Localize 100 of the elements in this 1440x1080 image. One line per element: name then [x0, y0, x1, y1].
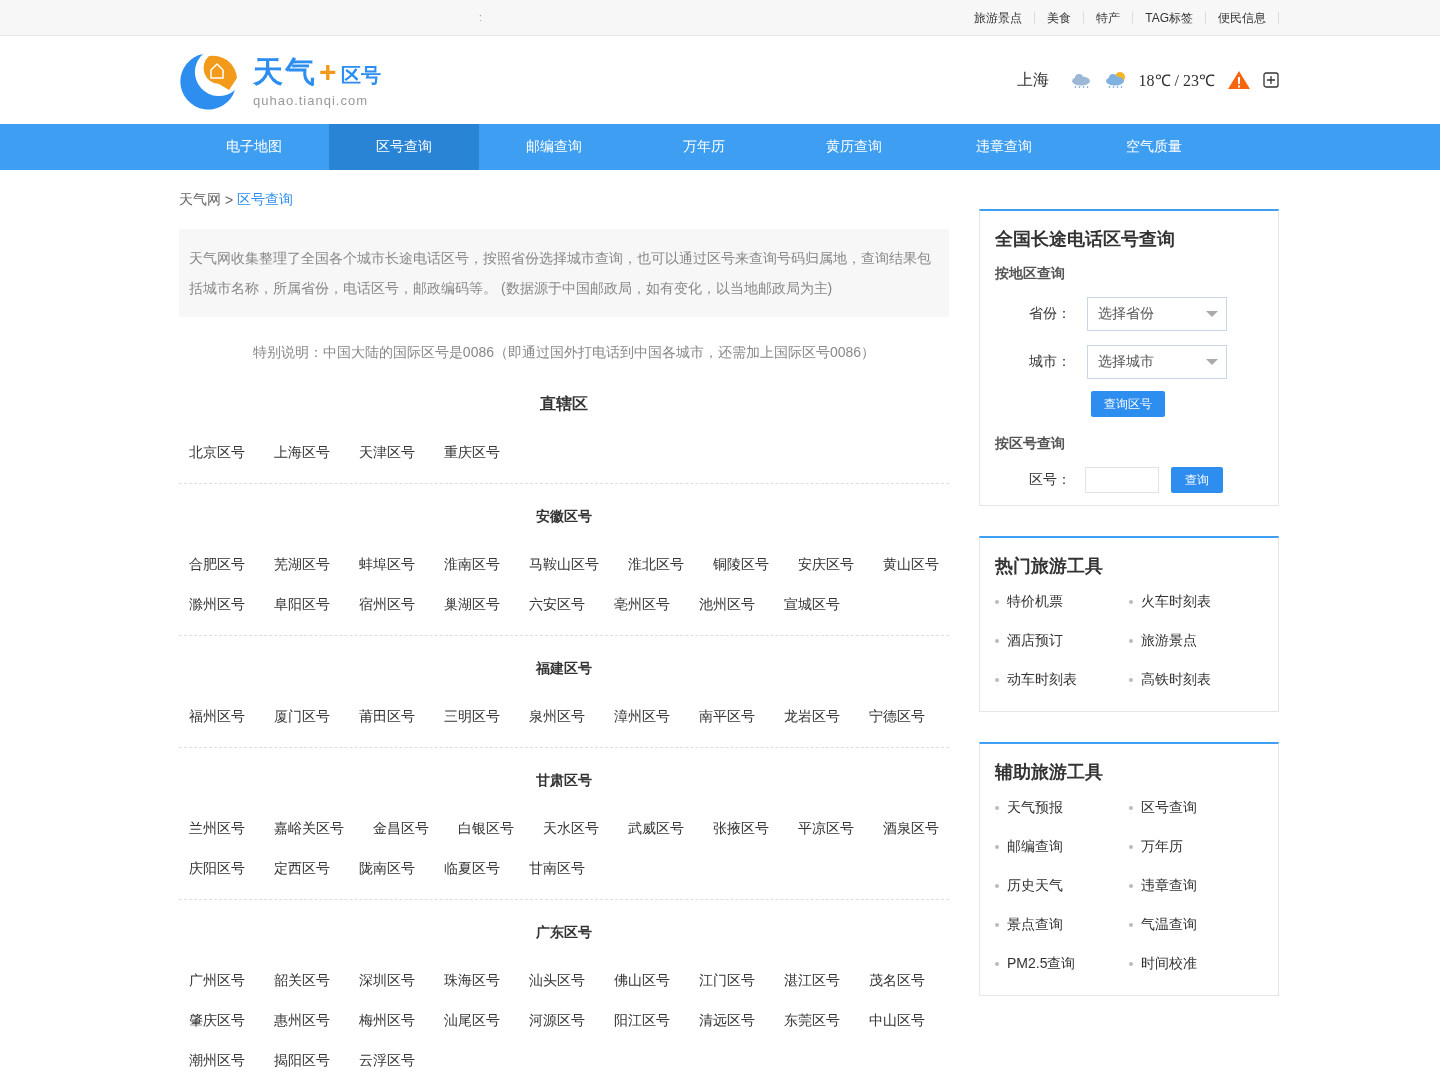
city-link[interactable]: 揭阳区号: [274, 1040, 330, 1080]
city-link[interactable]: 滁州区号: [189, 584, 245, 624]
tool-link[interactable]: 火车时刻表: [1129, 582, 1263, 621]
city-link[interactable]: 南平区号: [699, 696, 755, 736]
city-link[interactable]: 合肥区号: [189, 544, 245, 584]
city-link[interactable]: 重庆区号: [444, 432, 500, 472]
city-link[interactable]: 陇南区号: [359, 848, 415, 888]
top-link[interactable]: 旅游景点: [962, 11, 1036, 24]
city-link[interactable]: 潮州区号: [189, 1040, 245, 1080]
breadcrumb-current[interactable]: 区号查询: [237, 191, 294, 209]
city-link[interactable]: 芜湖区号: [274, 544, 330, 584]
tool-link[interactable]: 区号查询: [1129, 788, 1263, 827]
tool-link[interactable]: 动车时刻表: [995, 660, 1129, 699]
city-link[interactable]: 马鞍山区号: [529, 544, 599, 584]
city-link[interactable]: 亳州区号: [614, 584, 670, 624]
city-link[interactable]: 阜阳区号: [274, 584, 330, 624]
province-select[interactable]: 选择省份: [1087, 297, 1227, 331]
city-link[interactable]: 汕尾区号: [444, 1000, 500, 1040]
city-link[interactable]: 白银区号: [458, 808, 514, 848]
city-link[interactable]: 六安区号: [529, 584, 585, 624]
city-link[interactable]: 阳江区号: [614, 1000, 670, 1040]
tool-link[interactable]: 天气预报: [995, 788, 1129, 827]
city-link[interactable]: 平凉区号: [798, 808, 854, 848]
top-link[interactable]: TAG标签: [1133, 11, 1206, 24]
city-link[interactable]: 广州区号: [189, 960, 245, 1000]
tool-link[interactable]: 邮编查询: [995, 827, 1129, 866]
city-link[interactable]: 深圳区号: [359, 960, 415, 1000]
city-link[interactable]: 铜陵区号: [713, 544, 769, 584]
tool-link[interactable]: 万年历: [1129, 827, 1263, 866]
city-link[interactable]: 汕头区号: [529, 960, 585, 1000]
city-link[interactable]: 金昌区号: [373, 808, 429, 848]
tool-link[interactable]: 景点查询: [995, 905, 1129, 944]
city-link[interactable]: 福州区号: [189, 696, 245, 736]
top-link[interactable]: 美食: [1035, 11, 1085, 24]
tool-link[interactable]: 历史天气: [995, 866, 1129, 905]
city-link[interactable]: 湛江区号: [784, 960, 840, 1000]
city-link[interactable]: 酒泉区号: [883, 808, 939, 848]
city-link[interactable]: 张掖区号: [713, 808, 769, 848]
city-link[interactable]: 厦门区号: [274, 696, 330, 736]
city-link[interactable]: 宣城区号: [784, 584, 840, 624]
city-link[interactable]: 莆田区号: [359, 696, 415, 736]
city-link[interactable]: 北京区号: [189, 432, 245, 472]
city-link[interactable]: 中山区号: [869, 1000, 925, 1040]
nav-tab[interactable]: 区号查询: [329, 124, 479, 170]
city-link[interactable]: 淮南区号: [444, 544, 500, 584]
section-title: 广东区号: [535, 923, 593, 942]
city-link[interactable]: 蚌埠区号: [359, 544, 415, 584]
city-link[interactable]: 定西区号: [274, 848, 330, 888]
warning-icon[interactable]: [1227, 70, 1251, 90]
city-link[interactable]: 云浮区号: [359, 1040, 415, 1080]
caret-icon: [1206, 359, 1218, 365]
city-link[interactable]: 黄山区号: [883, 544, 939, 584]
tool-link[interactable]: 违章查询: [1129, 866, 1263, 905]
breadcrumb-link[interactable]: 天气网: [179, 191, 221, 209]
logo-domain: quhao.tianqi.com: [253, 93, 369, 108]
city-link[interactable]: 池州区号: [699, 584, 755, 624]
logo-plus: +: [319, 59, 337, 85]
city-link[interactable]: 淮北区号: [628, 544, 684, 584]
city-link[interactable]: 东莞区号: [784, 1000, 840, 1040]
tool-link[interactable]: 高铁时刻表: [1129, 660, 1263, 699]
city-link[interactable]: 天津区号: [359, 432, 415, 472]
city-link[interactable]: 清远区号: [699, 1000, 755, 1040]
tool-link[interactable]: 特价机票: [995, 582, 1129, 621]
city-link[interactable]: 珠海区号: [444, 960, 500, 1000]
city-link[interactable]: 龙岩区号: [784, 696, 840, 736]
top-link[interactable]: 便民信息: [1206, 11, 1279, 24]
city-link[interactable]: 梅州区号: [359, 1000, 415, 1040]
tool-link[interactable]: 旅游景点: [1129, 621, 1263, 660]
city-link[interactable]: 安庆区号: [798, 544, 854, 584]
city-link[interactable]: 韶关区号: [274, 960, 330, 1000]
city-link[interactable]: 肇庆区号: [189, 1000, 245, 1040]
city-link[interactable]: 泉州区号: [529, 696, 585, 736]
city-link[interactable]: 临夏区号: [444, 848, 500, 888]
city-link[interactable]: 甘南区号: [529, 848, 585, 888]
city-link[interactable]: 茂名区号: [869, 960, 925, 1000]
city-link[interactable]: 漳州区号: [614, 696, 670, 736]
city-select[interactable]: 选择城市: [1087, 345, 1227, 379]
top-link[interactable]: 特产: [1084, 11, 1134, 24]
city-link[interactable]: 惠州区号: [274, 1000, 330, 1040]
city-link[interactable]: 佛山区号: [614, 960, 670, 1000]
tool-link[interactable]: 时间校准: [1129, 944, 1263, 983]
city-link[interactable]: 天水区号: [543, 808, 599, 848]
city-link[interactable]: 三明区号: [444, 696, 500, 736]
city-link[interactable]: 兰州区号: [189, 808, 245, 848]
city-link[interactable]: 庆阳区号: [189, 848, 245, 888]
city-link[interactable]: 江门区号: [699, 960, 755, 1000]
plus-square-icon[interactable]: [1263, 72, 1279, 88]
city-link[interactable]: 巢湖区号: [444, 584, 500, 624]
tool-link[interactable]: PM2.5查询: [995, 944, 1129, 983]
temperature: 18℃ / 23℃: [1138, 71, 1215, 91]
breadcrumb-separator: >: [225, 192, 234, 208]
tool-link[interactable]: 气温查询: [1129, 905, 1263, 944]
tool-link[interactable]: 酒店预订: [995, 621, 1129, 660]
city-link[interactable]: 嘉峪关区号: [274, 808, 344, 848]
city-link[interactable]: 宁德区号: [869, 696, 925, 736]
city-link[interactable]: 武威区号: [628, 808, 684, 848]
city-link[interactable]: 宿州区号: [359, 584, 415, 624]
city-link[interactable]: 河源区号: [529, 1000, 585, 1040]
city-link[interactable]: 上海区号: [274, 432, 330, 472]
code-input[interactable]: [1085, 467, 1159, 493]
